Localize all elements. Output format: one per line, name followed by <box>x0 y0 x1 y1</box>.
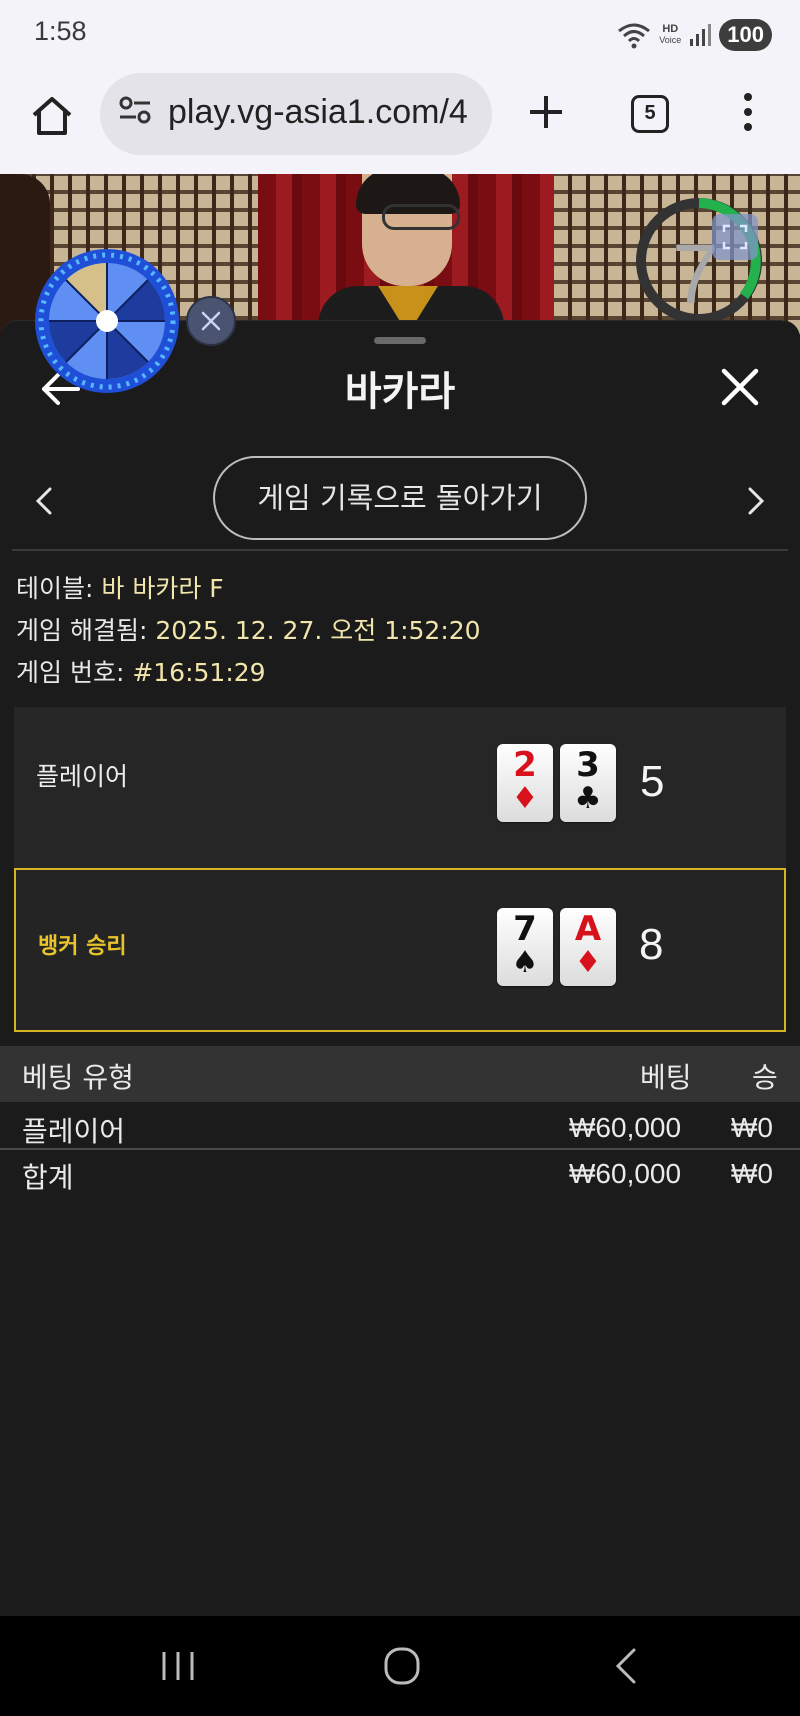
fullscreen-button[interactable] <box>712 214 758 260</box>
game-number-label: 게임 번호: <box>16 658 133 687</box>
settled-time-label: 게임 해결됨: <box>16 616 156 645</box>
expand-icon <box>722 224 748 250</box>
divider <box>12 549 788 551</box>
close-icon <box>201 311 221 331</box>
table-info-value: 바 바카라 F <box>101 574 224 603</box>
bet-table-header: 베팅 유형 베팅 승 <box>0 1046 800 1102</box>
total-win-cell: ₩0 <box>731 1158 773 1189</box>
back-nav-icon[interactable] <box>612 1646 640 1686</box>
status-bar: 1:58 HD Voice 100 <box>0 0 800 68</box>
player-score: 5 <box>640 757 665 806</box>
game-detail-sheet: 바카라 게임 기록으로 돌아가기 테이블: 바 바카라 F 게임 해결됨: 20… <box>0 320 800 1616</box>
drag-handle[interactable] <box>374 337 426 344</box>
total-row: 합계 ₩60,000 ₩0 <box>0 1152 800 1198</box>
header-bet: 베팅 <box>640 1061 692 1094</box>
diamond-suit-icon: ♦ <box>511 781 539 816</box>
new-tab-button[interactable] <box>522 88 570 136</box>
address-bar[interactable]: play.vg-asia1.com/4 <box>100 73 492 155</box>
hd-label: HD <box>662 23 679 35</box>
lucky-wheel-icon[interactable] <box>32 246 182 396</box>
dealer-glasses <box>382 204 460 230</box>
player-hand-row: 플레이어 2 ♦ 3 ♣ 5 <box>14 707 786 871</box>
status-time: 1:58 <box>34 16 87 46</box>
total-label: 합계 <box>22 1161 74 1194</box>
table-info-label: 테이블: <box>16 574 102 603</box>
card-rank: 7 <box>513 909 537 949</box>
wifi-icon <box>618 23 651 49</box>
site-settings-icon[interactable] <box>118 95 152 125</box>
bet-amount-cell: ₩60,000 <box>569 1112 682 1143</box>
system-navigation-bar <box>0 1616 800 1716</box>
banker-hand-row: 뱅커 승리 7 ♠ A ♦ 8 <box>14 868 786 1032</box>
banker-win-label: 뱅커 승리 <box>38 934 127 959</box>
home-icon <box>32 97 72 135</box>
battery-indicator: 100 <box>719 19 772 51</box>
more-menu-icon[interactable] <box>738 93 758 137</box>
back-to-history-button[interactable]: 게임 기록으로 돌아가기 <box>213 456 587 540</box>
player-label: 플레이어 <box>36 762 129 791</box>
diamond-suit-icon: ♦ <box>574 945 602 980</box>
tab-switcher-button[interactable]: 5 <box>631 95 669 133</box>
header-bet-type: 베팅 유형 <box>22 1061 134 1094</box>
signal-icon <box>690 24 712 46</box>
header-win: 승 <box>752 1061 778 1094</box>
total-bet-cell: ₩60,000 <box>569 1158 682 1189</box>
previous-game-chevron-icon[interactable] <box>30 481 60 521</box>
bet-type-cell: 플레이어 <box>22 1115 126 1148</box>
app-screen: 1:58 HD Voice 100 play.vg-asia1.com/4 5 … <box>0 0 800 1716</box>
wheel-close-button[interactable] <box>186 296 236 346</box>
home-nav-icon[interactable] <box>384 1646 420 1686</box>
club-suit-icon: ♣ <box>574 781 602 816</box>
plus-icon <box>530 96 562 128</box>
playing-card: 3 ♣ <box>560 744 616 822</box>
url-text[interactable]: play.vg-asia1.com/4 <box>168 93 468 132</box>
playing-card: 2 ♦ <box>497 744 553 822</box>
close-icon[interactable] <box>720 367 760 407</box>
hd-voice-icon: HD Voice <box>659 24 681 46</box>
status-icons: HD Voice 100 <box>617 18 772 52</box>
banker-score: 8 <box>639 920 664 969</box>
win-amount-cell: ₩0 <box>731 1112 773 1143</box>
recent-apps-icon[interactable] <box>160 1650 196 1682</box>
table-info: 테이블: 바 바카라 F <box>16 569 224 605</box>
browser-toolbar: play.vg-asia1.com/4 5 <box>0 68 800 174</box>
divider <box>0 1148 800 1150</box>
next-game-chevron-icon[interactable] <box>740 481 770 521</box>
card-rank: 3 <box>576 745 600 785</box>
voice-label: Voice <box>659 35 682 45</box>
card-rank: A <box>574 909 602 949</box>
table-row: 플레이어 ₩60,000 ₩0 <box>0 1104 800 1150</box>
settled-time-value: 2025. 12. 27. 오전 1:52:20 <box>155 616 481 645</box>
spade-suit-icon: ♠ <box>511 945 539 980</box>
game-number-value: #16:51:29 <box>132 658 266 687</box>
playing-card: 7 ♠ <box>497 908 553 986</box>
playing-card: A ♦ <box>560 908 616 986</box>
game-number-info: 게임 번호: #16:51:29 <box>16 653 266 689</box>
home-button[interactable] <box>24 88 80 144</box>
settled-time-info: 게임 해결됨: 2025. 12. 27. 오전 1:52:20 <box>16 611 481 647</box>
card-rank: 2 <box>513 745 537 785</box>
